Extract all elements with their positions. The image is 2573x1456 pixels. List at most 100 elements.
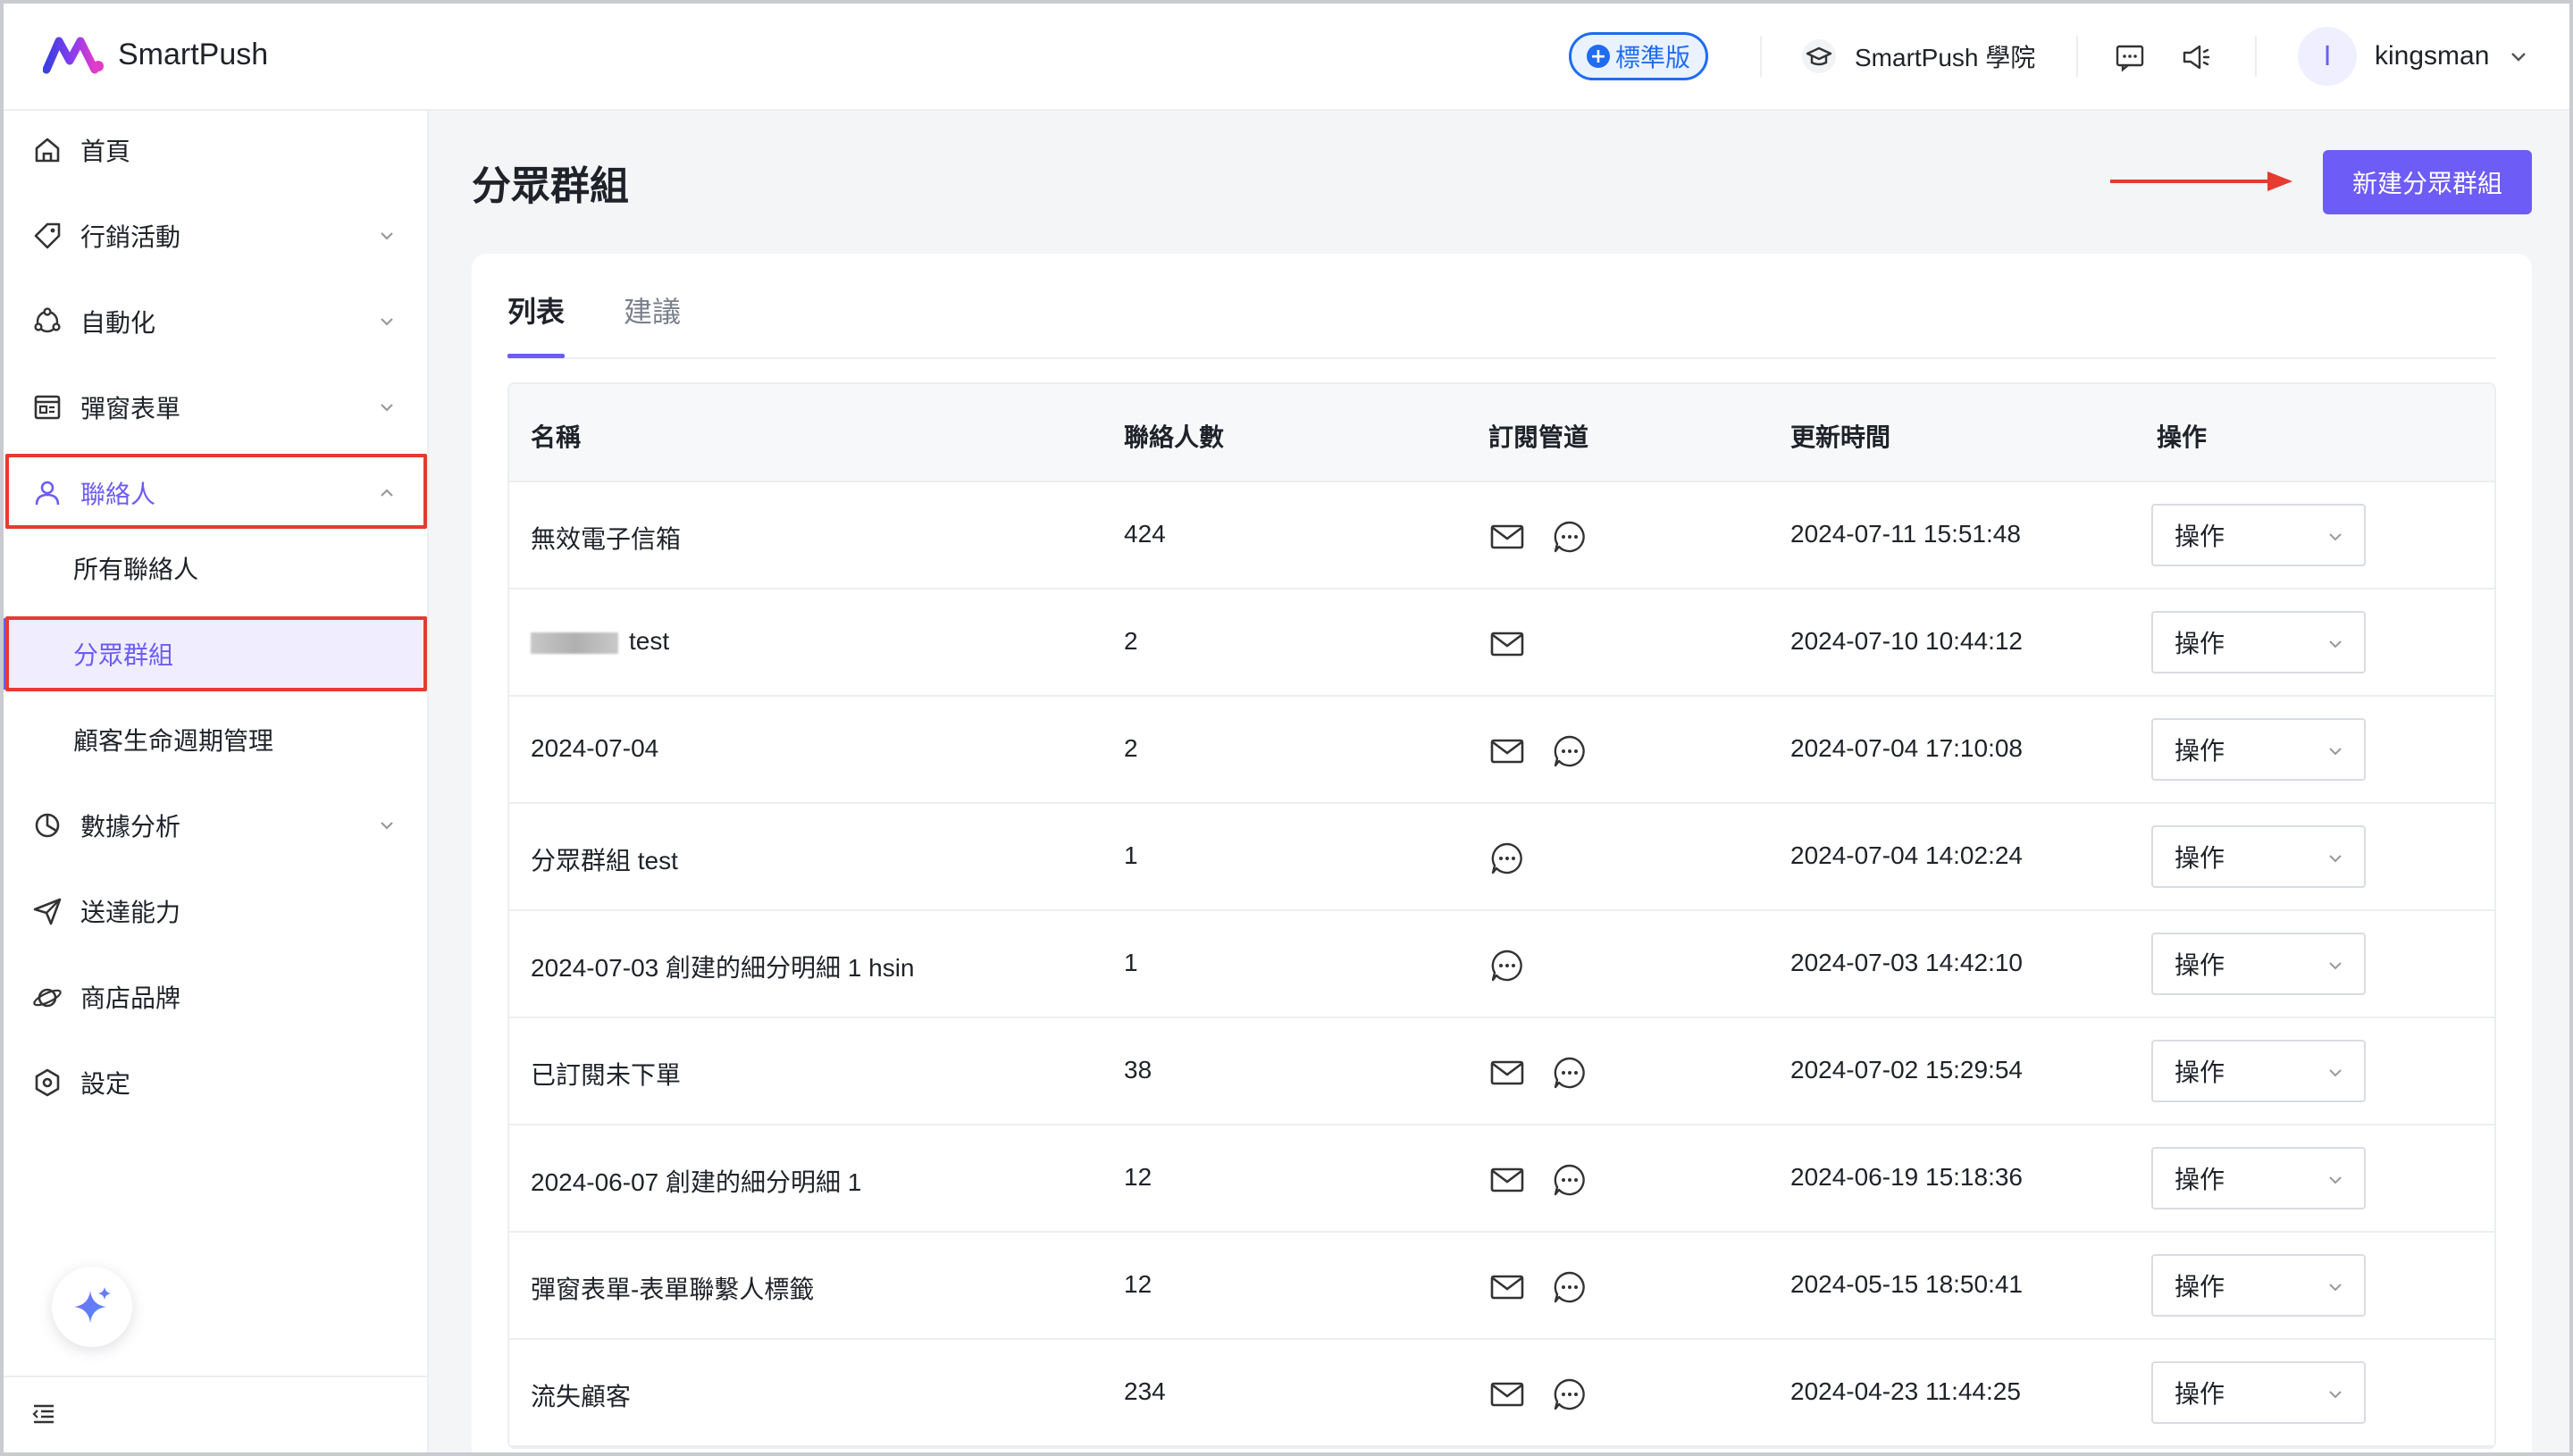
subscription-channels [1488, 947, 1551, 984]
updated-time: 2024-07-10 10:44:12 [1790, 627, 2023, 655]
chevron-down-icon [2329, 748, 2342, 756]
chat-bubble-icon [1554, 1271, 1585, 1303]
sidebar-item-label: 商店品牌 [80, 983, 181, 1013]
sidebar-item-home[interactable]: 首頁 [7, 114, 427, 186]
form-window-icon [30, 390, 64, 424]
chat-bubble-icon [1554, 1057, 1585, 1089]
sidebar-subitem-segments[interactable]: 分眾群組 [7, 618, 427, 690]
subscription-channels [1488, 1161, 1613, 1199]
actions-dropdown-label: 操作 [2175, 950, 2225, 980]
chevron-down-icon [381, 404, 393, 412]
sidebar-subitem-lifecycle[interactable]: 顧客生命週期管理 [7, 704, 427, 775]
sidebar-item-settings[interactable]: 設定 [7, 1047, 427, 1118]
actions-dropdown[interactable]: 操作 [2151, 1040, 2366, 1102]
planet-icon [30, 980, 64, 1014]
plan-badge[interactable]: + 標準版 [1569, 32, 1708, 80]
header-divider [2076, 36, 2078, 77]
email-icon [1490, 1275, 1524, 1300]
user-menu[interactable]: I kingsman [2298, 25, 2528, 88]
tab-list[interactable]: 列表 [507, 289, 565, 331]
chevron-down-icon [2329, 640, 2342, 649]
updated-time: 2024-07-11 15:51:48 [1790, 520, 2021, 548]
actions-dropdown[interactable]: 操作 [2151, 1147, 2366, 1209]
top-header: SmartPush + 標準版 SmartPush 學院 I kingsman [0, 0, 2573, 111]
actions-dropdown[interactable]: 操作 [2151, 933, 2366, 995]
chat-bubble-icon [1554, 1378, 1585, 1410]
sidebar-item-store-brand[interactable]: 商店品牌 [7, 961, 427, 1033]
sidebar-item-campaigns[interactable]: 行銷活動 [7, 200, 427, 272]
actions-dropdown[interactable]: 操作 [2151, 1254, 2366, 1317]
sidebar-item-label: 首頁 [80, 137, 131, 166]
message-icon[interactable] [2112, 39, 2148, 75]
contact-count: 424 [1124, 520, 1166, 548]
collapse-sidebar-icon[interactable] [30, 1401, 57, 1427]
table-header: 名稱 聯絡人數 訂閱管道 更新時間 操作 [509, 384, 2494, 482]
actions-dropdown-label: 操作 [2175, 843, 2225, 873]
chevron-down-icon [381, 822, 393, 830]
segment-name[interactable]: 2024-07-03 創建的細分明細 1 hsin [531, 949, 915, 984]
tab-label: 列表 [507, 295, 566, 329]
sidebar-subitem-all-contacts[interactable]: 所有聯絡人 [7, 532, 427, 604]
send-icon [30, 894, 64, 928]
chat-bubble-icon [1491, 842, 1522, 874]
subscription-channels [1488, 840, 1551, 877]
sidebar-item-popup-forms[interactable]: 彈窗表單 [7, 372, 427, 443]
actions-dropdown-label: 操作 [2175, 522, 2225, 551]
actions-dropdown[interactable]: 操作 [2151, 611, 2366, 674]
chat-bubble-icon [1491, 950, 1522, 982]
sidebar-subitem-label: 分眾群組 [73, 640, 174, 670]
segment-name[interactable]: test [531, 627, 669, 656]
segment-name[interactable]: 分眾群組 test [531, 841, 678, 877]
tag-icon [30, 219, 64, 253]
announcement-speaker-icon[interactable] [2178, 39, 2214, 75]
subscription-channels [1488, 625, 1551, 663]
chevron-down-icon [2329, 1284, 2342, 1292]
subscription-channels [1488, 1054, 1613, 1092]
contact-count: 12 [1124, 1163, 1152, 1191]
actions-dropdown[interactable]: 操作 [2151, 718, 2366, 781]
actions-dropdown[interactable]: 操作 [2151, 825, 2366, 888]
sidebar-item-deliverability[interactable]: 送達能力 [7, 875, 427, 947]
segment-name-text: 已訂閱未下單 [531, 1061, 682, 1089]
actions-dropdown[interactable]: 操作 [2151, 1361, 2366, 1424]
segment-name[interactable]: 2024-06-07 創建的細分明細 1 [531, 1163, 861, 1199]
email-icon [1490, 1167, 1524, 1192]
academy-label: SmartPush 學院 [1855, 44, 2036, 71]
table-row: 2024-07-03 創建的細分明細 1 hsin 1 2024-07-03 14:… [509, 911, 2494, 1018]
brand-logo[interactable]: SmartPush [43, 34, 268, 75]
actions-dropdown-label: 操作 [2175, 1272, 2225, 1301]
actions-dropdown-label: 操作 [2175, 1058, 2225, 1087]
ai-assistant-button[interactable] [52, 1267, 132, 1347]
chevron-down-icon [2329, 1176, 2342, 1184]
table-row: 無效電子信箱 424 2024-07-11 15:51:48 操作 [509, 482, 2494, 590]
chat-bubble-icon [1554, 521, 1585, 553]
segment-name[interactable]: 流失顧客 [531, 1377, 631, 1413]
sidebar-subitem-label: 所有聯絡人 [73, 555, 199, 584]
updated-time: 2024-07-04 17:10:08 [1790, 734, 2023, 762]
sidebar-item-label: 彈窗表單 [80, 394, 181, 423]
tab-suggestions[interactable]: 建議 [624, 289, 681, 331]
active-tab-indicator [507, 354, 565, 358]
plan-badge-label: 標準版 [1614, 43, 1690, 72]
segment-name[interactable]: 已訂閱未下單 [531, 1056, 681, 1092]
segment-name[interactable]: 2024-07-04 [531, 734, 658, 763]
actions-dropdown[interactable]: 操作 [2151, 504, 2366, 566]
sidebar-item-analytics[interactable]: 數據分析 [7, 790, 427, 861]
create-segment-button[interactable]: 新建分眾群組 [2323, 150, 2532, 214]
academy-link[interactable]: SmartPush 學院 [1801, 36, 2035, 77]
settings-hexagon-icon [30, 1066, 64, 1100]
table-row: 已訂閱未下單 38 2024-07-02 15:29:54 操作 [509, 1018, 2494, 1125]
email-icon [1490, 1060, 1524, 1085]
column-header-updated: 更新時間 [1790, 423, 1891, 452]
segment-name[interactable]: 彈窗表單-表單聯繫人標籤 [531, 1270, 814, 1306]
chevron-down-icon [2511, 53, 2527, 62]
chevron-down-icon [2329, 533, 2342, 541]
sparkle-icon [74, 1287, 111, 1323]
sidebar-footer-divider [0, 1376, 427, 1377]
sidebar-item-automation[interactable]: 自動化 [7, 286, 427, 357]
sidebar-item-contacts[interactable]: 聯絡人 [7, 457, 427, 529]
smartpush-logo-icon [43, 37, 104, 74]
table-row: 彈窗表單-表單聯繫人標籤 12 2024-05-15 18:50:41 操作 [509, 1233, 2494, 1340]
sidebar-item-label: 行銷活動 [80, 222, 181, 252]
segment-name[interactable]: 無效電子信箱 [531, 520, 681, 556]
